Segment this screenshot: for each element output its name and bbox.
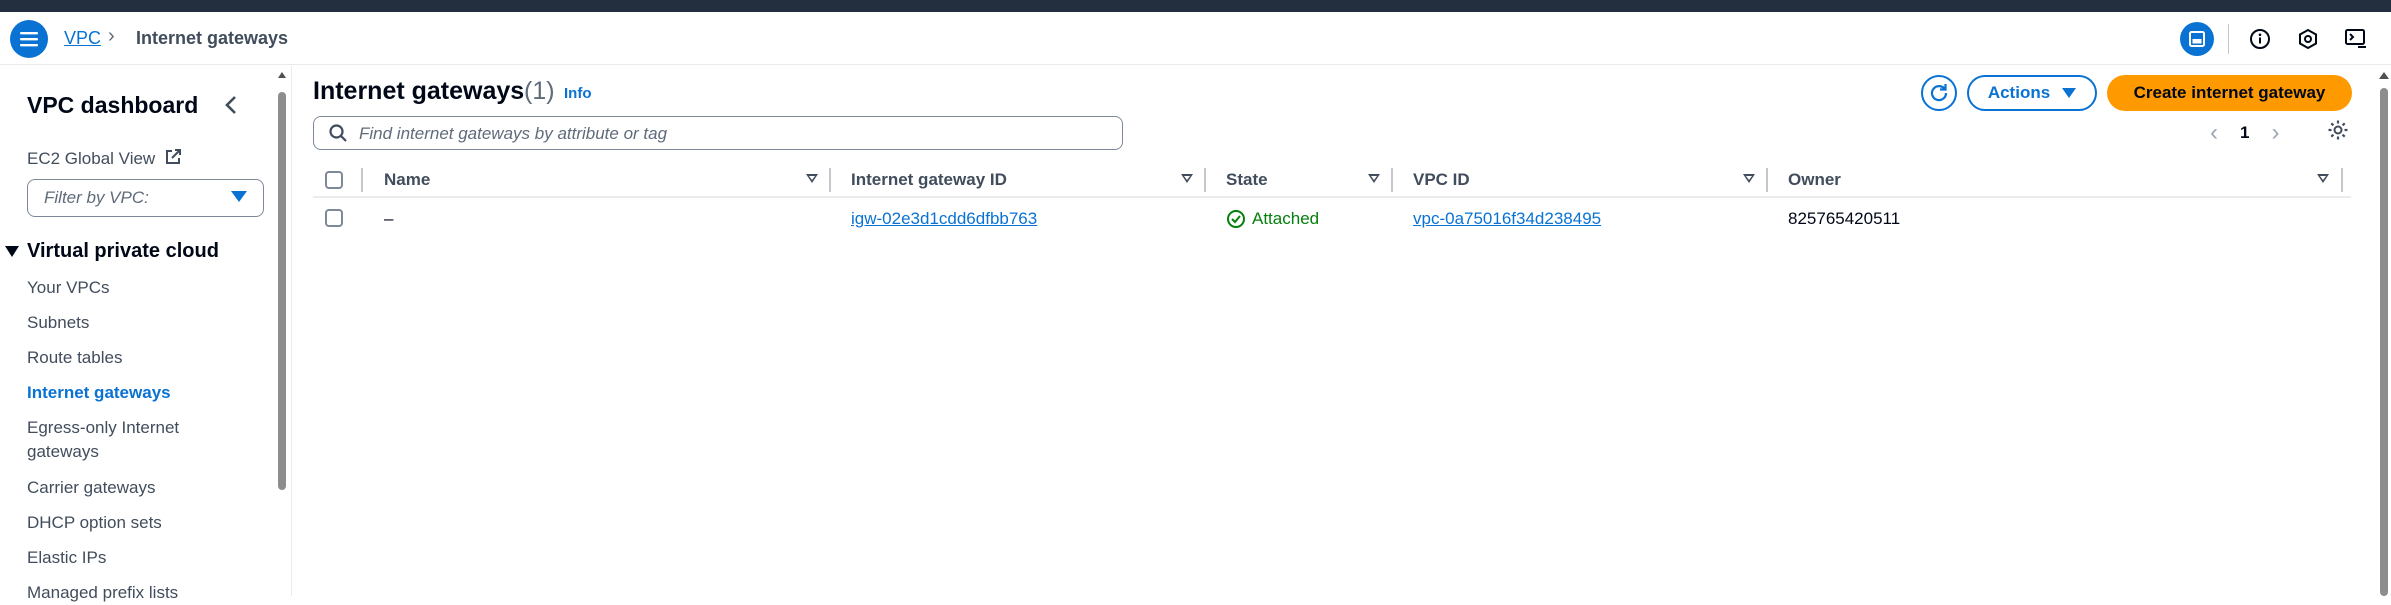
search-input[interactable]: Find internet gateways by attribute or t… [313, 116, 1123, 150]
pagination-prev-icon[interactable]: ‹ [2210, 119, 2218, 147]
top-navigation-bar: VPC › Internet gateways [0, 12, 2391, 65]
column-header-owner[interactable]: Owner [1788, 170, 1841, 190]
breadcrumb-current: Internet gateways [136, 28, 289, 48]
settings-icon[interactable] [2327, 119, 2349, 146]
row-name: – [384, 209, 394, 228]
sidebar-title[interactable]: VPC dashboard [27, 92, 198, 119]
row-vpc-id-link[interactable]: vpc-0a75016f34d238495 [1413, 209, 1601, 229]
column-header-vpc-id[interactable]: VPC ID [1413, 170, 1470, 190]
sort-icon[interactable] [806, 174, 818, 183]
row-internet-gateway-id-link[interactable]: igw-02e3d1cdd6dfbb763 [851, 209, 1037, 229]
toolbar-divider [2228, 24, 2229, 54]
sidebar-item-dhcp-option-sets[interactable]: DHCP option sets [27, 511, 217, 535]
sidebar-item-your-vpcs[interactable]: Your VPCs [27, 276, 217, 300]
row-state-label: Attached [1252, 209, 1320, 228]
row-state: Attached [1226, 209, 1319, 229]
column-header-name[interactable]: Name [384, 170, 430, 190]
column-divider[interactable] [1766, 168, 1768, 192]
main-scrollbar[interactable] [2380, 88, 2388, 596]
table-header: Name Internet gateway ID State VPC ID Ow… [313, 162, 2351, 198]
sidebar-ec2-global-view-label: EC2 Global View [27, 149, 156, 168]
menu-icon[interactable] [10, 20, 48, 58]
info-link[interactable]: Info [564, 85, 592, 102]
caret-down-icon [2062, 88, 2077, 98]
caret-down-icon [5, 246, 19, 257]
filter-by-vpc-select[interactable]: Filter by VPC: [27, 179, 264, 217]
column-divider [361, 168, 363, 192]
table-row[interactable]: – igw-02e3d1cdd6dfbb763 Attached vpc-0a7… [313, 200, 2351, 238]
chevron-left-icon[interactable] [224, 92, 238, 123]
sidebar-section-label: Virtual private cloud [27, 240, 219, 262]
main-content: Internet gateways (1) Info Actions Creat… [292, 66, 2372, 596]
sort-icon[interactable] [1181, 174, 1193, 183]
caret-down-icon [231, 191, 247, 202]
column-header-internet-gateway-id[interactable]: Internet gateway ID [851, 170, 1007, 190]
sidebar-item-egress-only-internet-gateways[interactable]: Egress-only Internet gateways [27, 416, 207, 464]
external-link-icon [165, 149, 181, 164]
page-title-count: (1) [524, 77, 555, 105]
cloudshell-icon[interactable] [2339, 22, 2373, 56]
sort-icon[interactable] [2317, 174, 2329, 183]
actions-label: Actions [1987, 83, 2051, 102]
page-title: Internet gateways [313, 77, 525, 105]
column-divider[interactable] [1391, 168, 1393, 192]
column-divider[interactable] [2341, 168, 2343, 192]
main-scroll-up-icon[interactable] [2379, 72, 2389, 79]
split-panel-icon[interactable] [2180, 22, 2214, 56]
sidebar-item-subnets[interactable]: Subnets [27, 311, 217, 335]
breadcrumb-vpc-link[interactable]: VPC [64, 28, 101, 49]
select-all-checkbox[interactable] [325, 171, 343, 189]
create-internet-gateway-button[interactable]: Create internet gateway [2107, 75, 2352, 111]
search-icon [329, 124, 347, 142]
console-top-strip [0, 0, 2391, 12]
sidebar-item-elastic-ips[interactable]: Elastic IPs [27, 546, 217, 570]
check-circle-icon [1227, 210, 1245, 228]
sidebar-ec2-global-view[interactable]: EC2 Global View [27, 148, 182, 169]
pagination: ‹ 1 › [2210, 119, 2279, 147]
notifications-icon[interactable] [2291, 22, 2325, 56]
column-divider[interactable] [1204, 168, 1206, 192]
breadcrumb-separator-icon: › [108, 25, 115, 47]
column-header-state[interactable]: State [1226, 170, 1268, 190]
search-placeholder: Find internet gateways by attribute or t… [359, 124, 668, 143]
pagination-page-number[interactable]: 1 [2240, 123, 2249, 143]
sidebar-item-internet-gateways[interactable]: Internet gateways [27, 381, 217, 405]
sort-icon[interactable] [1743, 174, 1755, 183]
actions-dropdown-button[interactable]: Actions [1967, 75, 2097, 111]
sidebar-scroll-up-icon[interactable] [278, 72, 286, 78]
row-checkbox[interactable] [325, 209, 343, 227]
sidebar-item-carrier-gateways[interactable]: Carrier gateways [27, 476, 217, 500]
row-owner: 825765420511 [1788, 209, 1901, 228]
sidebar-item-route-tables[interactable]: Route tables [27, 346, 217, 370]
refresh-icon[interactable] [1921, 75, 1957, 111]
column-divider[interactable] [829, 168, 831, 192]
filter-by-vpc-placeholder: Filter by VPC: [44, 188, 149, 207]
pagination-next-icon[interactable]: › [2271, 119, 2279, 147]
info-icon[interactable] [2243, 22, 2277, 56]
side-navigation: VPC dashboard EC2 Global View Filter by … [0, 66, 272, 602]
sidebar-item-managed-prefix-lists[interactable]: Managed prefix lists [27, 581, 217, 605]
sort-icon[interactable] [1368, 174, 1380, 183]
sidebar-scrollbar[interactable] [278, 92, 286, 490]
sidebar-section-virtual-private-cloud[interactable]: Virtual private cloud [5, 240, 219, 263]
